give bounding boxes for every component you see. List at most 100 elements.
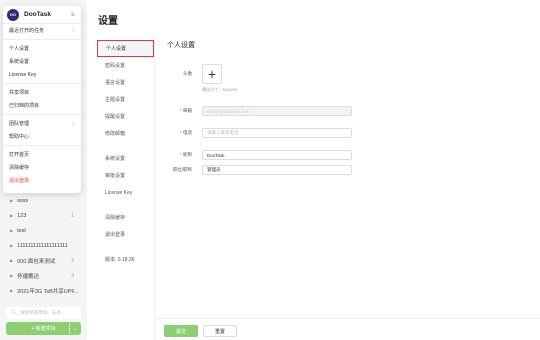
nav-item-clear-cache[interactable]: 清除缓存 bbox=[97, 209, 154, 226]
caret-right-icon[interactable]: ▶ bbox=[10, 258, 13, 263]
nickname-label: * 昵称 bbox=[167, 152, 192, 158]
reset-button[interactable]: 重置 bbox=[203, 325, 237, 337]
menu-item-license-key[interactable]: License Key bbox=[3, 68, 81, 81]
menu-item-clear-cache[interactable]: 清除缓存 bbox=[3, 161, 81, 174]
new-project-button[interactable]: + 新建项目 ⌄ bbox=[6, 322, 81, 335]
menu-item-label: 共享项目 bbox=[9, 90, 30, 96]
section-title: 个人设置 bbox=[167, 42, 195, 49]
avatar-hint: 建议尺寸：200x200 bbox=[202, 87, 238, 92]
nav-item-license-key[interactable]: License Key bbox=[97, 184, 154, 201]
nav-item-change-email[interactable]: 修改邮箱 bbox=[97, 125, 154, 142]
avatar: DO bbox=[7, 8, 19, 21]
menu-item-team[interactable]: 团队管理 › bbox=[3, 117, 81, 130]
nav-item-theme[interactable]: 主题设置 bbox=[97, 91, 154, 108]
nav-item-system[interactable]: 系统设置 bbox=[97, 150, 154, 167]
email-label: * 邮箱 bbox=[167, 108, 192, 114]
nav-item-approval[interactable]: 审批设置 bbox=[97, 167, 154, 184]
search-icon: 🔍︎ bbox=[11, 310, 18, 316]
menu-item-shared-projects[interactable]: 共享项目 bbox=[3, 86, 81, 99]
nav-item-label: 个人设置 bbox=[106, 46, 127, 52]
chevron-right-icon: › bbox=[72, 120, 74, 127]
nav-item-label: 清除缓存 bbox=[105, 215, 126, 221]
nav-item-label: 密码设置 bbox=[105, 63, 126, 69]
settings-nav: 个人设置 密码设置 语言设置 主题设置 提醒设置 修改邮箱 系统设置 审批设置 … bbox=[97, 40, 155, 340]
form-actions: 提交 重置 bbox=[156, 318, 540, 340]
divider bbox=[3, 83, 81, 84]
settings-content: 个人设置 头像 + 建议尺寸：200x200 * 邮箱 admin@dootas… bbox=[167, 40, 527, 175]
nav-item-password[interactable]: 密码设置 bbox=[97, 57, 154, 74]
menu-item-logout[interactable]: 退出登录 bbox=[3, 174, 81, 187]
project-item[interactable]: ▶ 123 1 bbox=[0, 208, 87, 223]
plus-icon: + bbox=[207, 66, 217, 82]
divider bbox=[3, 114, 81, 115]
page-title: 设置 bbox=[98, 16, 118, 27]
menu-item-system-settings[interactable]: 系统设置 bbox=[3, 55, 81, 68]
app-name: DooTask bbox=[24, 11, 51, 18]
project-item[interactable]: ▶ test bbox=[0, 223, 87, 238]
menu-item-archived-projects[interactable]: 已归档的项目 bbox=[3, 99, 81, 112]
menu-item-open-home[interactable]: 打开首页 bbox=[3, 148, 81, 161]
email-field[interactable]: admin@dootask.com bbox=[202, 106, 352, 116]
project-item[interactable]: ▶ 2021年3G TsB共享UPF... bbox=[0, 283, 87, 298]
user-menu: DO DooTask ⇅ 最近打开的任务 › 个人设置 系统设置 License… bbox=[3, 6, 81, 193]
menu-item-label: 个人设置 bbox=[9, 46, 30, 52]
caret-right-icon[interactable]: ▶ bbox=[10, 243, 13, 248]
position-label: 职位/职称 bbox=[167, 167, 192, 173]
project-name: 1111111111111111111 bbox=[17, 242, 68, 249]
nav-item-label: 主题设置 bbox=[105, 97, 126, 103]
menu-item-help[interactable]: 帮助中心 bbox=[3, 130, 81, 143]
nav-item-language[interactable]: 语言设置 bbox=[97, 74, 154, 91]
divider bbox=[3, 39, 81, 40]
position-label-text: 职位/职称 bbox=[172, 167, 192, 172]
phone-label-text: 电话 bbox=[183, 130, 192, 135]
nav-item-reminder[interactable]: 提醒设置 bbox=[97, 108, 154, 125]
new-project-label: + 新建项目 bbox=[31, 326, 56, 332]
menu-item-label: 退出登录 bbox=[9, 178, 30, 184]
caret-right-icon[interactable]: ▶ bbox=[10, 273, 13, 278]
avatar-row: 头像 + bbox=[167, 64, 527, 84]
menu-item-label: 系统设置 bbox=[9, 59, 30, 65]
nav-item-logout[interactable]: 退出登录 bbox=[97, 226, 154, 243]
avatar-upload-button[interactable]: + bbox=[202, 64, 222, 84]
nav-item-label: 退出登录 bbox=[105, 232, 126, 238]
project-list: ▶ ssss ▶ 123 1 ▶ test ▶ 1111111111111111111 ▶ 000.… bbox=[0, 193, 87, 298]
user-menu-header[interactable]: DO DooTask ⇅ bbox=[3, 6, 81, 24]
project-count: 1 bbox=[71, 212, 74, 219]
nav-item-label: 审批设置 bbox=[105, 173, 126, 179]
project-name: 000.面包来测试 bbox=[17, 258, 56, 265]
chevron-down-icon[interactable]: ⌄ bbox=[69, 322, 81, 335]
caret-right-icon[interactable]: ▶ bbox=[10, 198, 13, 203]
version-label: 版本: 0.18.36 bbox=[97, 251, 154, 268]
project-item[interactable]: ▶ ssss bbox=[0, 193, 87, 208]
project-count: 3 bbox=[71, 272, 74, 279]
nav-item-label: License Key bbox=[105, 189, 133, 196]
nav-item-label: 系统设置 bbox=[105, 156, 126, 162]
project-item[interactable]: ▶ 怀疆戴达 3 bbox=[0, 268, 87, 283]
version-text: 版本: 0.18.36 bbox=[105, 257, 135, 263]
menu-item-label: 已归档的项目 bbox=[9, 103, 40, 109]
project-name: 怀疆戴达 bbox=[17, 273, 40, 280]
nav-item-label: 提醒设置 bbox=[105, 114, 126, 120]
phone-field[interactable]: 请输入联系电话 bbox=[202, 128, 352, 138]
project-name: 2021年3G TsB共享UPF... bbox=[17, 288, 79, 295]
menu-item-recent-tasks[interactable]: 最近打开的任务 › bbox=[3, 24, 81, 37]
search-input[interactable]: 🔍︎ 搜索所有项目、任务... bbox=[6, 307, 81, 319]
nickname-field[interactable]: DooTask bbox=[202, 150, 352, 160]
project-name: ssss bbox=[17, 197, 29, 204]
caret-right-icon[interactable]: ▶ bbox=[10, 228, 13, 233]
nickname-label-text: 昵称 bbox=[183, 152, 192, 157]
nav-item-personal[interactable]: 个人设置 bbox=[97, 40, 154, 57]
caret-right-icon[interactable]: ▶ bbox=[10, 288, 13, 293]
menu-item-personal-settings[interactable]: 个人设置 bbox=[3, 42, 81, 55]
phone-label: * 电话 bbox=[167, 130, 192, 136]
search-placeholder: 搜索所有项目、任务... bbox=[20, 310, 65, 315]
position-field[interactable]: 管理员 bbox=[202, 165, 352, 175]
project-item[interactable]: ▶ 1111111111111111111 bbox=[0, 238, 87, 253]
phone-row: * 电话 请输入联系电话 bbox=[167, 128, 527, 138]
project-item[interactable]: ▶ 000.面包来测试 3 bbox=[0, 253, 87, 268]
submit-button[interactable]: 提交 bbox=[164, 325, 198, 337]
caret-right-icon[interactable]: ▶ bbox=[10, 213, 13, 218]
nav-item-label: 语言设置 bbox=[105, 80, 126, 86]
divider bbox=[3, 145, 81, 146]
project-name: 123 bbox=[17, 212, 27, 219]
